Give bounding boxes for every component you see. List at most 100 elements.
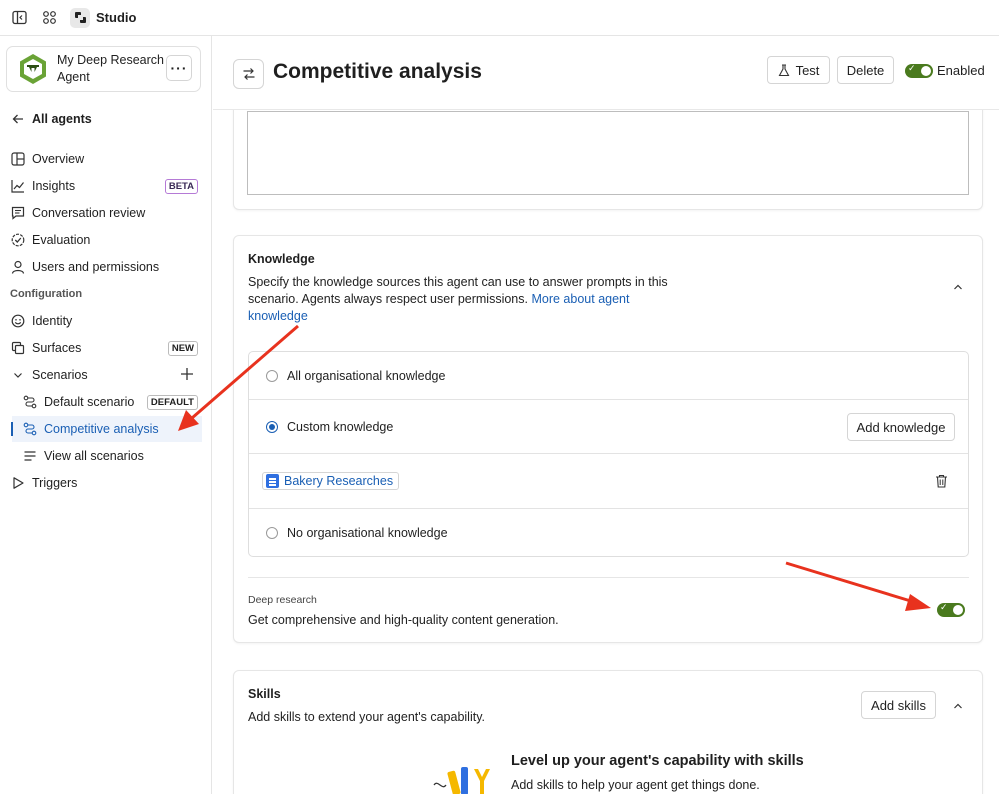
sidebar-item-label: Overview [32,152,85,166]
top-bar: Studio [0,0,999,36]
knowledge-link-continued[interactable]: knowledge [248,308,308,325]
sidebar-item-triggers[interactable]: Triggers [0,470,212,496]
option-label: All organisational knowledge [287,368,446,383]
skills-card: Skills Add skills to extend your agent's… [233,670,983,794]
user-icon [10,259,26,275]
sidebar-item-label: Insights [32,179,76,193]
skills-description: Add skills to extend your agent's capabi… [248,710,486,724]
studio-logo-icon [70,7,90,28]
smile-icon [10,313,26,329]
route-icon [22,394,38,410]
scenario-label: Default scenario [44,395,135,409]
scenario-item-view-all[interactable]: View all scenarios [0,443,212,469]
enabled-toggle[interactable]: ✓ [905,63,933,78]
collapse-chevron-icon[interactable] [952,700,964,712]
message-icon [10,205,26,221]
deep-research-description: Get comprehensive and high-quality conte… [248,613,559,627]
skills-promo-description: Add skills to help your agent get things… [511,778,760,792]
knowledge-source-name: Bakery Researches [284,474,394,488]
layout-icon [10,151,26,167]
enabled-label: Enabled [937,63,985,78]
route-icon [22,421,38,437]
knowledge-card: Knowledge Specify the knowledge sources … [233,235,983,643]
sidebar-item-evaluation[interactable]: Evaluation [0,227,212,253]
play-icon [10,475,26,491]
knowledge-source-row: Bakery Researches [249,454,968,509]
flask-icon [778,63,789,76]
agent-name: My Deep Research Agent [57,53,164,84]
knowledge-title: Knowledge [248,252,315,266]
skills-illustration-icon [430,765,502,794]
configuration-section-heading: Configuration [10,288,83,300]
skills-promo-title: Level up your agent's capability with sk… [511,753,804,769]
page-title: Competitive analysis [273,60,482,83]
check-icon: ✓ [908,63,916,73]
option-custom-knowledge[interactable]: Custom knowledge Add knowledge [249,400,968,454]
app-title: Studio [96,10,137,25]
check-circle-icon [10,232,26,248]
agent-more-button[interactable]: ··· [166,55,192,81]
knowledge-source-chip[interactable]: Bakery Researches [262,472,400,490]
more-about-knowledge-link[interactable]: More about agent [531,292,629,306]
chart-line-icon [10,178,26,194]
document-icon [266,474,279,488]
sidebar: My Deep Research Agent ··· All agents Ov… [0,36,212,794]
main-content: Knowledge Specify the knowledge sources … [213,36,999,794]
instructions-textarea[interactable] [247,111,969,195]
deep-research-toggle[interactable]: ✓ [937,602,965,617]
sidebar-item-identity[interactable]: Identity [0,308,212,334]
trash-icon[interactable] [935,474,948,491]
sidebar-item-overview[interactable]: Overview [0,146,212,172]
sidebar-item-conversation-review[interactable]: Conversation review [0,200,212,226]
new-badge: NEW [167,340,198,356]
option-label: No organisational knowledge [287,526,448,540]
delete-button[interactable]: Delete [837,56,894,84]
option-all-knowledge[interactable]: All organisational knowledge [249,352,968,400]
option-label: Custom knowledge [287,419,394,434]
sidebar-item-scenarios[interactable]: Scenarios [0,362,212,388]
list-icon [22,448,38,464]
default-badge: DEFAULT [146,394,198,410]
sidebar-toggle-icon[interactable] [10,9,28,27]
radio-all-knowledge[interactable] [266,369,278,382]
radio-custom-knowledge[interactable] [266,420,278,433]
page-header: Competitive analysis Test Delete ✓ Enabl… [213,36,999,110]
sidebar-item-users-permissions[interactable]: Users and permissions [0,254,212,280]
add-skills-button[interactable]: Add skills [861,691,936,719]
active-indicator [11,422,13,436]
knowledge-description-line2: scenario. Agents always respect user per… [248,292,630,306]
sidebar-item-label: Conversation review [32,206,146,220]
option-no-knowledge[interactable]: No organisational knowledge [249,509,968,557]
knowledge-source-options: All organisational knowledge Custom know… [248,351,969,557]
scenario-label: View all scenarios [44,449,144,463]
check-icon: ✓ [940,602,948,612]
sidebar-item-label: Scenarios [32,368,88,382]
sidebar-item-label: Triggers [32,476,78,490]
sidebar-item-label: Users and permissions [32,260,160,274]
beta-badge: BETA [164,178,198,194]
back-to-all-agents[interactable]: All agents [0,106,212,132]
add-scenario-icon[interactable] [180,367,194,384]
add-knowledge-button[interactable]: Add knowledge [847,413,955,441]
divider [248,577,969,578]
knowledge-description-line1: Specify the knowledge sources this agent… [248,275,668,289]
sidebar-item-label: Identity [32,314,73,328]
sidebar-item-label: Evaluation [32,233,91,247]
agent-selector[interactable]: My Deep Research Agent ··· [6,46,201,92]
test-button[interactable]: Test [767,56,830,84]
sidebar-item-label: Surfaces [32,341,82,355]
sidebar-item-insights[interactable]: Insights BETA [0,173,212,199]
sidebar-item-surfaces[interactable]: Surfaces NEW [0,335,212,361]
skills-title: Skills [248,687,281,701]
copy-icon [10,340,26,356]
scenario-route-icon[interactable] [233,59,264,89]
radio-no-knowledge[interactable] [266,527,278,539]
app-grid-icon[interactable] [40,9,58,27]
chevron-down-icon[interactable] [10,367,26,383]
scenario-item-default[interactable]: Default scenario DEFAULT [0,389,212,415]
agent-avatar-icon [17,53,49,85]
arrow-left-icon [10,111,26,127]
scenario-item-competitive-analysis[interactable]: Competitive analysis [11,416,202,442]
collapse-chevron-icon[interactable] [952,281,964,293]
deep-research-title: Deep research [248,594,317,606]
